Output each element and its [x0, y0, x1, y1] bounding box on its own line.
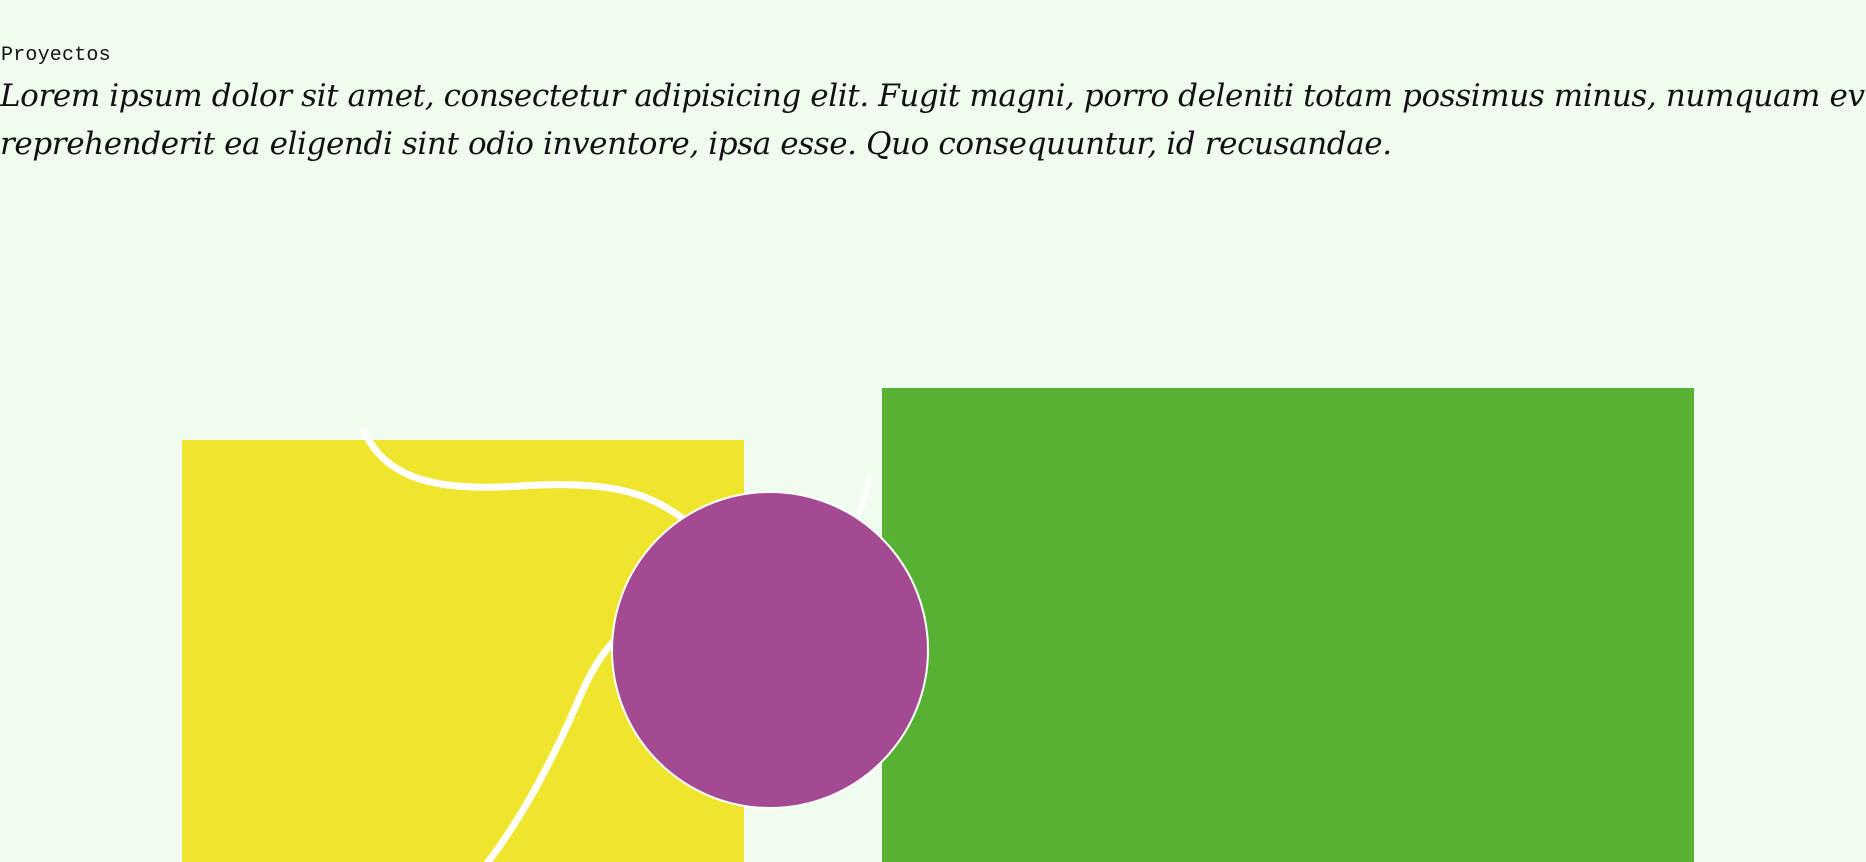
green-block: [882, 388, 1694, 862]
purple-circle: [611, 491, 929, 809]
page: Proyectos Lorem ipsum dolor sit amet, co…: [0, 0, 1866, 862]
project-artwork: [182, 388, 1694, 862]
